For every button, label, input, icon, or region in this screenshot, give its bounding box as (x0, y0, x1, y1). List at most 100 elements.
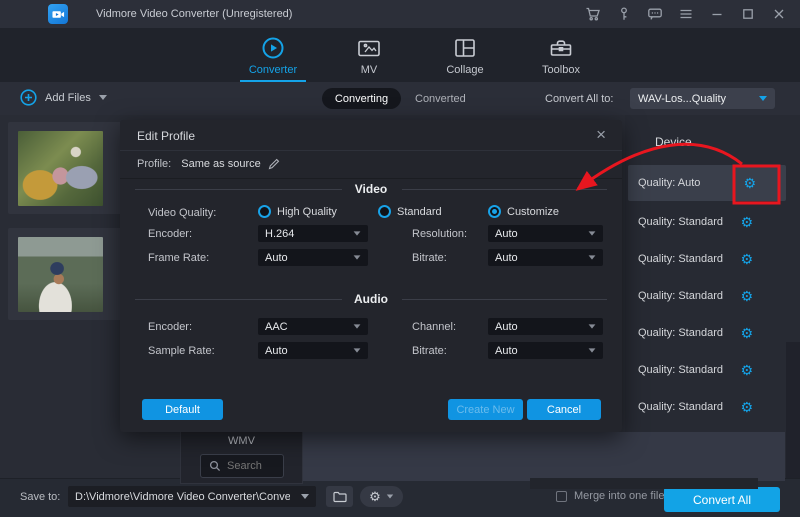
gear-icon[interactable]: ⚙ (740, 363, 753, 377)
gear-icon[interactable]: ⚙ (740, 326, 753, 340)
tab-converter[interactable]: Converter (238, 28, 308, 82)
profile-value: Same as source (181, 158, 260, 170)
chevron-down-icon (589, 231, 596, 235)
tab-mv[interactable]: MV (334, 28, 404, 82)
cart-icon[interactable] (582, 3, 604, 25)
resolution-label: Resolution: (412, 228, 467, 240)
dropdown-value: H.264 (265, 228, 294, 240)
dialog-title: Edit Profile (137, 129, 195, 143)
chevron-down-icon (589, 348, 596, 352)
dropdown-value: Auto (495, 228, 518, 240)
format-search-box[interactable] (200, 454, 284, 478)
divider (135, 189, 342, 190)
video-bitrate-dropdown[interactable]: Auto (488, 249, 603, 266)
settings-button[interactable]: ⚙ (360, 486, 403, 507)
close-icon[interactable] (768, 3, 790, 25)
menu-icon[interactable] (675, 3, 697, 25)
merge-checkbox[interactable] (556, 491, 567, 502)
encoder-label: Encoder: (148, 228, 192, 240)
format-popup-shadow (530, 478, 758, 489)
radio-customize[interactable]: Customize (488, 205, 559, 218)
add-files-button[interactable]: Add Files (20, 89, 107, 106)
convert-all-button[interactable]: Convert All (664, 487, 780, 512)
gear-icon[interactable]: ⚙ (743, 176, 756, 190)
register-key-icon[interactable] (613, 3, 635, 25)
title-bar: Vidmore Video Converter (Unregistered) (0, 0, 800, 28)
quality-row[interactable]: Quality: Standard ⚙ (628, 241, 783, 277)
quality-row[interactable]: Quality: Standard ⚙ (628, 204, 783, 240)
radio-icon (488, 205, 501, 218)
tab-converting[interactable]: Converting (322, 88, 401, 109)
quality-row[interactable]: Quality: Standard ⚙ (628, 278, 783, 314)
gear-icon[interactable]: ⚙ (740, 400, 753, 414)
video-bitrate-label: Bitrate: (412, 252, 447, 264)
quality-row-label: Quality: Standard (638, 327, 723, 339)
video-encoder-dropdown[interactable]: H.264 (258, 225, 368, 242)
create-new-button[interactable]: Create New (448, 399, 523, 420)
output-format-dropdown[interactable]: WAV-Los...Quality (630, 88, 775, 109)
radio-high-quality[interactable]: High Quality (258, 205, 337, 218)
channel-dropdown[interactable]: Auto (488, 318, 603, 335)
open-folder-button[interactable] (326, 486, 353, 507)
audio-encoder-dropdown[interactable]: AAC (258, 318, 368, 335)
media-item-1[interactable] (8, 122, 122, 214)
quality-row-label: Quality: Standard (638, 216, 723, 228)
quality-row[interactable]: Quality: Standard ⚙ (628, 389, 783, 425)
default-button[interactable]: Default (142, 399, 223, 420)
gear-icon: ⚙ (369, 490, 381, 503)
edit-pencil-icon[interactable] (267, 157, 281, 171)
tab-converted[interactable]: Converted (415, 93, 466, 105)
minimize-icon[interactable] (706, 3, 728, 25)
dropdown-value: Auto (265, 252, 288, 264)
dropdown-value: Auto (495, 321, 518, 333)
chevron-down-icon (759, 96, 767, 101)
quality-row[interactable]: Quality: Standard ⚙ (628, 315, 783, 351)
folder-icon (333, 491, 347, 503)
media-item-2[interactable] (8, 228, 122, 320)
dialog-close-icon[interactable]: × (592, 123, 610, 147)
gear-icon[interactable]: ⚙ (740, 289, 753, 303)
chevron-down-icon (589, 255, 596, 259)
cancel-button[interactable]: Cancel (527, 399, 601, 420)
tab-toolbox-label: Toolbox (542, 64, 580, 76)
audio-bitrate-label: Bitrate: (412, 345, 447, 357)
maximize-icon[interactable] (737, 3, 759, 25)
divider (402, 189, 607, 190)
quality-row-auto[interactable]: Quality: Auto ⚙ (628, 165, 786, 201)
video-thumbnail-1[interactable] (18, 131, 103, 206)
radio-standard[interactable]: Standard (378, 205, 442, 218)
feedback-icon[interactable] (644, 3, 666, 25)
tab-collage-label: Collage (446, 64, 483, 76)
sample-rate-dropdown[interactable]: Auto (258, 342, 368, 359)
divider (120, 178, 622, 179)
radio-label: High Quality (277, 206, 337, 218)
resolution-dropdown[interactable]: Auto (488, 225, 603, 242)
profile-row: Profile: Same as source (137, 157, 281, 171)
save-path-dropdown[interactable]: D:\Vidmore\Vidmore Video Converter\Conve… (68, 486, 316, 507)
search-icon (209, 460, 221, 472)
sidebar-scroll-track[interactable] (786, 342, 800, 478)
dropdown-value: Auto (495, 345, 518, 357)
divider (120, 150, 622, 151)
merge-checkbox-row[interactable]: Merge into one file (556, 490, 665, 502)
device-panel: Device Quality: Auto ⚙ Quality: Standard… (625, 115, 800, 478)
radio-icon (378, 205, 391, 218)
chevron-down-icon (589, 324, 596, 328)
quality-row-label: Quality: Auto (638, 177, 700, 189)
divider (135, 299, 342, 300)
dropdown-value: Auto (495, 252, 518, 264)
quality-row[interactable]: Quality: Standard ⚙ (628, 352, 783, 388)
gear-icon[interactable]: ⚙ (740, 215, 753, 229)
chevron-down-icon (354, 348, 361, 352)
sample-rate-label: Sample Rate: (148, 345, 215, 357)
channel-label: Channel: (412, 321, 456, 333)
gear-icon[interactable]: ⚙ (740, 252, 753, 266)
quality-row-label: Quality: Standard (638, 401, 723, 413)
frame-rate-label: Frame Rate: (148, 252, 209, 264)
frame-rate-dropdown[interactable]: Auto (258, 249, 368, 266)
tab-toolbox[interactable]: Toolbox (526, 28, 596, 82)
tab-collage[interactable]: Collage (430, 28, 500, 82)
search-input[interactable] (227, 460, 273, 472)
video-thumbnail-2[interactable] (18, 237, 103, 312)
audio-bitrate-dropdown[interactable]: Auto (488, 342, 603, 359)
